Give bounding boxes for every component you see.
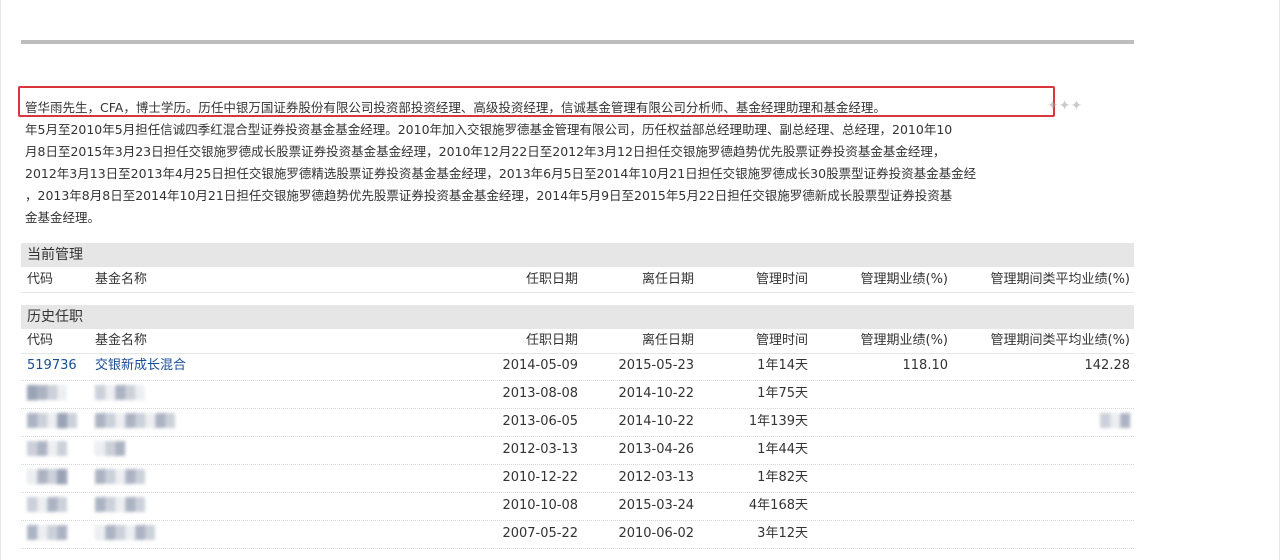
col-start-date: 任职日期 — [525, 333, 578, 348]
start-date: 2010-12-22 — [502, 470, 578, 485]
redacted-fund-code: ▓▒░█▒ — [27, 414, 77, 429]
col-category-average: 管理期间类平均业绩(%) — [990, 272, 1131, 287]
col-category-average: 管理期间类平均业绩(%) — [990, 333, 1131, 348]
bio-line: 月8日至2015年3月23日担任交银施罗德成长股票证券投资基金基金经理，2010… — [25, 144, 946, 159]
table-row: ▓░▒▓ ░▓▒░▓▒ 2007-05-22 2010-06-02 3年12天 — [21, 520, 1134, 549]
start-date: 2012-03-13 — [502, 442, 578, 457]
watermark-logo: ✦✦✦ — [1047, 98, 1083, 114]
performance: 118.10 — [902, 358, 949, 373]
col-performance: 管理期业绩(%) — [860, 272, 949, 287]
end-date: 2014-10-22 — [618, 414, 694, 429]
col-performance: 管理期业绩(%) — [860, 333, 949, 348]
end-date: 2015-05-23 — [618, 358, 694, 373]
end-date: 2014-10-22 — [618, 386, 694, 401]
redacted-fund-name: ▓▒░▓▒ — [95, 470, 145, 485]
start-date: 2014-05-09 — [502, 358, 578, 373]
redacted-fund-name: ▒░▓▒░ — [95, 386, 145, 401]
start-date: 2013-06-05 — [502, 414, 578, 429]
col-duration: 管理时间 — [755, 272, 808, 287]
duration: 1年139天 — [748, 414, 808, 429]
top-divider — [21, 40, 1134, 44]
col-end-date: 离任日期 — [641, 333, 694, 348]
end-date: 2010-06-02 — [618, 526, 694, 541]
redacted-fund-code: ░▓▒█ — [27, 470, 67, 485]
redacted-fund-code: ▒▓░▒ — [27, 442, 67, 457]
bio-line: 金基金经理。 — [25, 210, 101, 225]
bio-line: 2012年3月13日至2013年4月25日担任交银施罗德精选股票证券投资基金基金… — [25, 166, 977, 181]
table-row: ░▓▒█ ▓▒░▓▒ 2010-12-22 2012-03-13 1年82天 — [21, 464, 1134, 493]
redacted-fund-code: ▒░▓▒ — [27, 498, 67, 513]
redacted-average: ▒░▓ — [1100, 414, 1130, 429]
bio-line: 年5月至2010年5月担任信诚四季红混合型证券投资基金基金经理。2010年加入交… — [25, 122, 953, 137]
history-header: 历史任职 — [21, 305, 1134, 329]
duration: 1年75天 — [757, 386, 808, 401]
duration: 1年44天 — [757, 442, 808, 457]
table-row: ▒░▓▒ ▓▒░▓▒ 2010-10-08 2015-03-24 4年168天 — [21, 492, 1134, 521]
redacted-fund-name: ▓▒░▓▒░▓▒ — [95, 414, 175, 429]
start-date: 2007-05-22 — [502, 526, 578, 541]
col-fund-name: 基金名称 — [95, 333, 148, 348]
bio-line: ，2013年8月8日至2014年10月21日担任交银施罗德趋势优先股票证券投资基… — [25, 188, 953, 203]
manager-profile-page: 管华雨先生，CFA，博士学历。历任中银万国证券股份有限公司投资部投资经理、高级投… — [0, 0, 1280, 560]
duration: 1年82天 — [757, 470, 808, 485]
redacted-fund-name: ░▓▒░▓▒ — [95, 526, 155, 541]
redacted-fund-code: █▓▒░ — [27, 386, 67, 401]
duration: 4年168天 — [748, 498, 808, 513]
col-fund-name: 基金名称 — [95, 272, 148, 287]
table-row: ▓▒░█▒ ▓▒░▓▒░▓▒ 2013-06-05 2014-10-22 1年1… — [21, 408, 1134, 437]
col-start-date: 任职日期 — [525, 272, 578, 287]
table-row: █▓▒░ ▒░▓▒░ 2013-08-08 2014-10-22 1年75天 — [21, 380, 1134, 409]
duration: 1年14天 — [757, 358, 808, 373]
fund-name-link[interactable]: 交银新成长混合 — [95, 352, 186, 380]
redacted-fund-name: ▓▒░▓▒ — [95, 498, 145, 513]
redacted-fund-code: ▓░▒▓ — [27, 526, 67, 541]
end-date: 2013-04-26 — [618, 442, 694, 457]
col-end-date: 离任日期 — [641, 272, 694, 287]
fund-code-link[interactable]: 519736 — [27, 352, 77, 380]
end-date: 2012-03-13 — [618, 470, 694, 485]
start-date: 2013-08-08 — [502, 386, 578, 401]
current-table-header: 代码 基金名称 任职日期 离任日期 管理时间 管理期业绩(%) 管理期间类平均业… — [21, 268, 1134, 293]
redacted-fund-name: ░▒▓ — [95, 442, 125, 457]
history-table-header: 代码 基金名称 任职日期 离任日期 管理时间 管理期业绩(%) 管理期间类平均业… — [21, 329, 1134, 354]
bio-highlight-annotation — [18, 86, 1055, 117]
col-code: 代码 — [27, 272, 54, 287]
current-management-header: 当前管理 — [21, 243, 1134, 267]
start-date: 2010-10-08 — [502, 498, 578, 513]
col-duration: 管理时间 — [755, 333, 808, 348]
end-date: 2015-03-24 — [618, 498, 694, 513]
duration: 3年12天 — [757, 526, 808, 541]
table-row: ▒▓░▒ ░▒▓ 2012-03-13 2013-04-26 1年44天 — [21, 436, 1134, 465]
category-average: 142.28 — [1084, 358, 1131, 373]
table-row: 519736 交银新成长混合 2014-05-09 2015-05-23 1年1… — [21, 352, 1134, 381]
col-code: 代码 — [27, 333, 54, 348]
